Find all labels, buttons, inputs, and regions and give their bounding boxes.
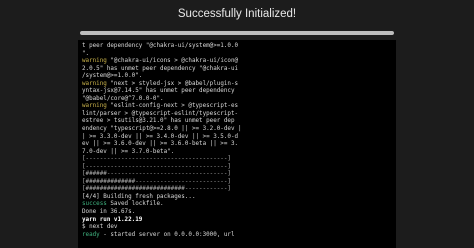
terminal-text: - started server on 0.0.0.0:3000, url: [99, 231, 235, 238]
terminal-text: [######---------------------------------…: [82, 171, 231, 178]
terminal-line: Done in 36.67s.: [82, 209, 396, 217]
progress-bar: [80, 31, 394, 35]
terminal-text: lint/parser > @typescript-eslint/typescr…: [82, 110, 239, 117]
terminal-text: /system@>=1.0.0".: [82, 73, 143, 80]
terminal-line: lint/parser > @typescript-eslint/typescr…: [82, 111, 396, 119]
terminal-text: [---------------------------------------…: [82, 156, 231, 163]
terminal-output[interactable]: t peer dependency "@chakra-ui/system@>=1…: [78, 40, 396, 248]
status-title: Successfully Initialized!: [177, 8, 297, 20]
terminal-line: endency "typescript@>=2.8.0 || >= 3.2.0-…: [82, 126, 396, 134]
terminal-text: 7.0-dev || >= 3.7.0-beta".: [82, 148, 175, 155]
terminal-line: | >= 3.3.0-dev || >= 3.4.0-dev || >= 3.5…: [82, 134, 396, 142]
terminal-line: $ next dev: [82, 224, 396, 232]
terminal-line: [######---------------------------------…: [82, 171, 396, 179]
terminal-text: yntax-jsx@7.14.5" has unmet peer depende…: [82, 88, 235, 95]
terminal-text: t peer dependency "@chakra-ui/system@>=1…: [82, 43, 239, 49]
terminal-line: warning "eslint-config-next > @typescrip…: [82, 103, 396, 111]
terminal-text: [4/4] Building fresh packages...: [82, 193, 196, 200]
terminal-line: 7.0-dev || >= 3.7.0-beta".: [82, 149, 396, 157]
terminal-text: ev || >= 3.6.0-dev || >= 3.6.0-beta || >…: [82, 141, 239, 148]
warning-label: warning: [82, 80, 107, 87]
progress-fill: [80, 31, 394, 35]
terminal-text: estree > tsutils@3.21.0" has unmet peer …: [82, 118, 235, 125]
terminal-text: Saved lockfile.: [106, 201, 164, 208]
terminal-line: warning "next > styled-jsx > @babel/plug…: [82, 81, 396, 89]
success-label: success: [82, 201, 107, 208]
terminal-text: Done in 36.67s.: [82, 209, 136, 216]
terminal-text: "@babel/core@^7.0.0-0".: [82, 95, 164, 102]
warning-label: warning: [82, 58, 107, 65]
terminal-text: [##############-------------------------…: [82, 178, 231, 185]
terminal-line: ev || >= 3.6.0-dev || >= 3.6.0-beta || >…: [82, 141, 396, 149]
warning-label: warning: [82, 103, 107, 110]
terminal-line: "@babel/core@^7.0.0-0".: [82, 96, 396, 104]
terminal-line: estree > tsutils@3.21.0" has unmet peer …: [82, 118, 396, 126]
terminal-text: | >= 3.3.0-dev || >= 3.4.0-dev || >= 3.5…: [82, 133, 239, 140]
terminal-text: [---------------------------------------…: [82, 163, 231, 170]
terminal-line: ".: [82, 51, 396, 59]
terminal-line: [---------------------------------------…: [82, 156, 396, 164]
success-label: ready: [82, 231, 100, 238]
terminal-line: ready - started server on 0.0.0.0:3000, …: [82, 232, 396, 240]
terminal-text: [############################-----------…: [82, 186, 231, 193]
terminal-text: endency "typescript@>=2.8.0 || >= 3.2.0-…: [82, 126, 242, 133]
terminal-line: yntax-jsx@7.14.5" has unmet peer depende…: [82, 88, 396, 96]
terminal-text: "@chakra-ui/icons > @chakra-ui/icon@: [106, 58, 239, 65]
terminal-text: $ next dev: [82, 224, 118, 231]
terminal-text: ".: [82, 50, 90, 57]
terminal-line: success Saved lockfile.: [82, 201, 396, 209]
terminal-line: 2.0.5" has unmet peer dependency "@chakr…: [82, 66, 396, 74]
terminal-line: /system@>=1.0.0".: [82, 73, 396, 81]
terminal-text: "eslint-config-next > @typescript-es: [106, 103, 239, 110]
terminal-line: warning "@chakra-ui/icons > @chakra-ui/i…: [82, 58, 396, 66]
terminal-text: yarn run v1.22.19: [82, 216, 143, 223]
terminal-line: [##############-------------------------…: [82, 179, 396, 187]
terminal-line: yarn run v1.22.19: [82, 217, 396, 225]
terminal-line: [4/4] Building fresh packages...: [82, 194, 396, 202]
terminal-line: [---------------------------------------…: [82, 164, 396, 172]
terminal-text: 2.0.5" has unmet peer dependency "@chakr…: [82, 65, 239, 72]
terminal-line: t peer dependency "@chakra-ui/system@>=1…: [82, 43, 396, 51]
terminal-text: "next > styled-jsx > @babel/plugin-s: [106, 80, 239, 87]
terminal-line: [############################-----------…: [82, 186, 396, 194]
